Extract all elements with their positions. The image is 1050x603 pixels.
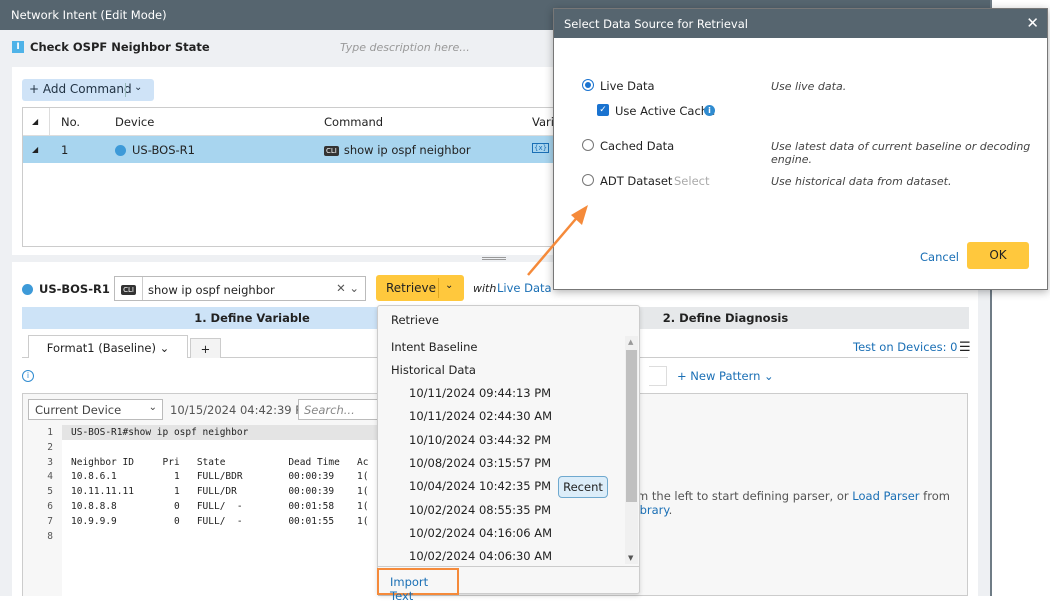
annotation-arrow	[527, 205, 588, 276]
